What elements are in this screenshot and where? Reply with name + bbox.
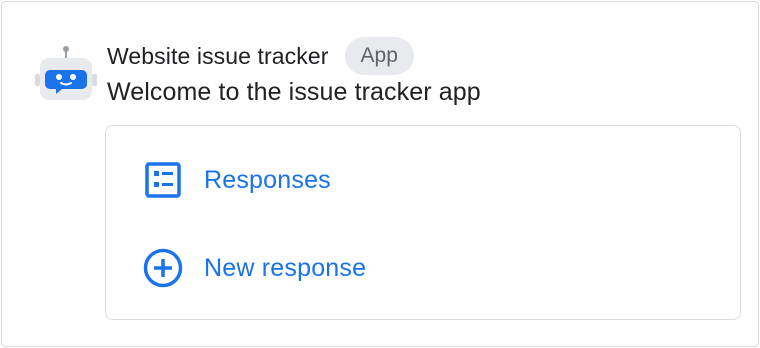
responses-label: Responses [204, 165, 331, 194]
new-response-label: New response [204, 253, 367, 282]
app-badge: App [344, 37, 414, 75]
welcome-text: Welcome to the issue tracker app [107, 78, 481, 106]
list-icon [142, 159, 184, 201]
new-response-button[interactable]: New response [106, 238, 740, 298]
actions-card: Responses New response [105, 125, 741, 320]
add-circle-icon [142, 247, 184, 289]
app-title: Website issue tracker [107, 42, 329, 69]
responses-button[interactable]: Responses [106, 150, 740, 210]
message-header: Website issue tracker App Welcome to the… [107, 36, 738, 107]
bot-avatar-icon [32, 44, 100, 106]
app-message-card: Website issue tracker App Welcome to the… [1, 1, 759, 347]
title-row: Website issue tracker App [107, 36, 738, 76]
